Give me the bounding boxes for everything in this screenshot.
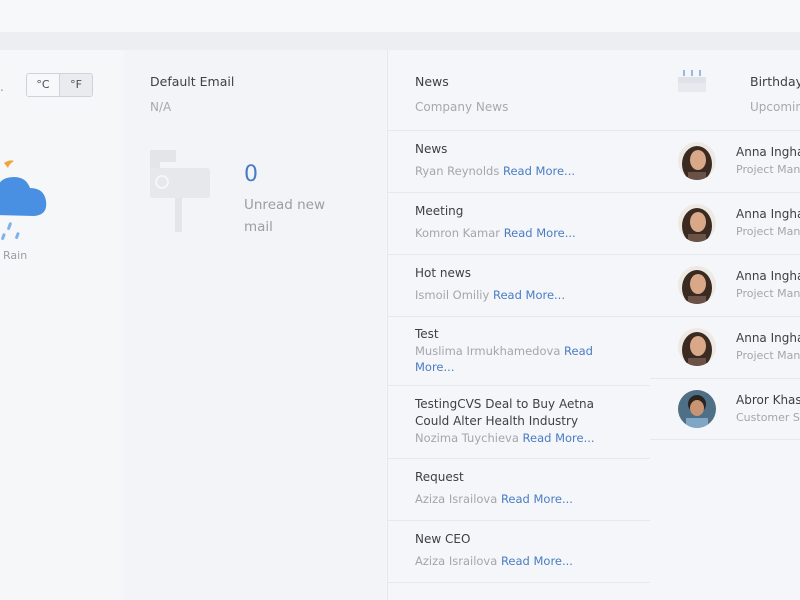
weather-widget: . °C °F Rain (0, 50, 122, 600)
avatar (678, 266, 716, 304)
news-item[interactable]: New CEO Aziza Israilova Read More... (388, 521, 650, 583)
avatar (678, 390, 716, 428)
news-item-title: Hot news (415, 266, 471, 280)
read-more-link[interactable]: Read More... (504, 226, 576, 240)
person-name: Anna Ingha (736, 145, 800, 159)
unread-count[interactable]: 0 (244, 162, 258, 187)
birthday-person[interactable]: Anna Ingha Project Mana (650, 193, 800, 255)
news-item-meta: Nozima Tuychieva Read More... (415, 430, 615, 446)
news-subtitle: Company News (415, 100, 509, 114)
news-item-author: Aziza Israilova (415, 492, 498, 506)
top-band (0, 32, 800, 50)
news-item-title: News (415, 142, 448, 156)
avatar (678, 142, 716, 180)
news-item-author: Komron Kamar (415, 226, 501, 240)
read-more-link[interactable]: Read More... (493, 288, 565, 302)
news-item-title: TestingCVS Deal to Buy Aetna Could Alter… (415, 397, 594, 428)
person-role: Project Mana (736, 163, 800, 176)
news-widget: News Company News News Ryan Reynolds Rea… (387, 50, 651, 600)
email-title: Default Email (150, 74, 235, 89)
read-more-link[interactable]: Read More... (501, 492, 573, 506)
news-item-author: Muslima Irmukhamedova (415, 344, 561, 358)
unread-label: Unread new mail (244, 197, 326, 235)
news-item-title: Request (415, 470, 464, 484)
news-item[interactable]: Test Muslima Irmukhamedova Read More... (388, 317, 650, 386)
mailbox-icon (150, 150, 210, 232)
birthday-widget: Birthday Upcomin Anna Ingha Project Mana… (650, 50, 800, 600)
news-item-meta: Muslima Irmukhamedova Read More... (415, 343, 615, 375)
avatar (678, 328, 716, 366)
news-item-title: Meeting (415, 204, 464, 218)
person-role: Project Mana (736, 349, 800, 362)
news-title: News (415, 74, 449, 89)
cake-icon (678, 70, 706, 92)
email-address: N/A (150, 100, 172, 114)
birthday-person[interactable]: Abror Khas Customer Su (650, 379, 800, 440)
rain-cloud-icon (0, 160, 47, 241)
person-name: Anna Ingha (736, 331, 800, 345)
news-header: News Company News (388, 50, 650, 131)
person-role: Project Mana (736, 225, 800, 238)
person-name: Abror Khas (736, 393, 800, 407)
news-item-title: New CEO (415, 532, 471, 546)
top-bar (0, 0, 800, 32)
fahrenheit-button[interactable]: °F (59, 74, 92, 96)
news-item-author: Nozima Tuychieva (415, 431, 519, 445)
birthday-header: Birthday Upcomin (650, 50, 800, 131)
birthday-person[interactable]: Anna Ingha Project Mana (650, 131, 800, 193)
news-item[interactable]: Request Aziza Israilova Read More... (388, 459, 650, 521)
birthday-person[interactable]: Anna Ingha Project Mana (650, 255, 800, 317)
email-widget: Default Email N/A 0 Unread new mail (124, 50, 386, 600)
person-role: Project Mana (736, 287, 800, 300)
avatar (678, 204, 716, 242)
news-item-meta: Komron Kamar Read More... (415, 225, 615, 241)
birthday-person[interactable]: Anna Ingha Project Mana (650, 317, 800, 379)
celsius-button[interactable]: °C (27, 74, 59, 96)
news-item-meta: Ryan Reynolds Read More... (415, 163, 615, 179)
news-item[interactable]: Meeting Komron Kamar Read More... (388, 193, 650, 255)
news-item-meta: Ismoil Omiliy Read More... (415, 287, 615, 303)
news-item-meta: Aziza Israilova Read More... (415, 553, 615, 569)
news-item[interactable]: TestingCVS Deal to Buy Aetna Could Alter… (388, 386, 650, 459)
news-item-author: Aziza Israilova (415, 554, 498, 568)
news-item-meta: Aziza Israilova Read More... (415, 491, 615, 507)
news-item[interactable]: Hot news Ismoil Omiliy Read More... (388, 255, 650, 317)
birthday-subtitle: Upcomin (750, 100, 800, 114)
news-item-author: Ismoil Omiliy (415, 288, 490, 302)
news-item-title: Test (415, 327, 439, 341)
person-name: Anna Ingha (736, 269, 800, 283)
news-item[interactable]: News Ryan Reynolds Read More... (388, 131, 650, 193)
person-name: Anna Ingha (736, 207, 800, 221)
read-more-link[interactable]: Read More... (503, 164, 575, 178)
unit-toggle: °C °F (26, 73, 93, 97)
weather-condition: Rain (3, 249, 28, 262)
birthday-title: Birthday (750, 74, 800, 89)
read-more-link[interactable]: Read More... (501, 554, 573, 568)
read-more-link[interactable]: Read More... (523, 431, 595, 445)
news-item-author: Ryan Reynolds (415, 164, 500, 178)
temperature-value: . (0, 80, 4, 94)
person-role: Customer Su (736, 411, 800, 424)
